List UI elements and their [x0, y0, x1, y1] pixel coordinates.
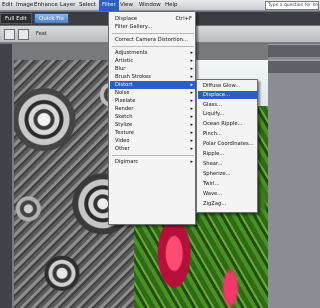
menu-item-texture[interactable]: Texture ▸ — [110, 129, 196, 137]
filter-menu: Displace Ctrl+F Filter Gallery... Correc… — [108, 11, 196, 225]
menu-item-ripple[interactable]: Ripple... — [198, 150, 258, 158]
shortcut-label: Ctrl+F — [175, 16, 192, 22]
menu-bar: Edit Image Enhance Layer Select Filter V… — [0, 0, 320, 11]
menu-item-digimarc[interactable]: Digimarc ▸ — [110, 158, 196, 166]
menu-item-label: Distort — [115, 82, 133, 88]
menu-image[interactable]: Image — [16, 2, 33, 8]
menu-item-twirl[interactable]: Twirl... — [198, 180, 258, 188]
submenu-arrow-icon: ▸ — [190, 66, 193, 72]
menu-help[interactable]: Help — [165, 2, 178, 8]
menu-item-glass[interactable]: Glass... — [198, 101, 258, 109]
tab-quick-fix[interactable]: Quick Fix — [34, 13, 69, 24]
feather-label: Feat — [36, 31, 47, 37]
menu-item-video[interactable]: Video ▸ — [110, 137, 196, 145]
submenu-arrow-icon: ▸ — [190, 130, 193, 136]
menu-item-label: Artistic — [115, 58, 134, 64]
menu-item-pixelate[interactable]: Pixelate ▸ — [110, 97, 196, 105]
menu-item-diffuse-glow[interactable]: Diffuse Glow... — [198, 82, 258, 90]
menu-item-label: Displace — [115, 16, 138, 22]
menu-edit[interactable]: Edit — [2, 2, 13, 8]
menu-item-shear[interactable]: Shear... — [198, 160, 258, 168]
menu-item-label: Pixelate — [115, 98, 136, 104]
distort-submenu: Diffuse Glow... Displace... Glass... Liq… — [196, 79, 258, 213]
menu-item-displace[interactable]: Displace... — [198, 91, 258, 99]
menu-item-sketch[interactable]: Sketch ▸ — [110, 113, 196, 121]
menu-separator — [112, 155, 194, 156]
menu-item-distort[interactable]: Distort ▸ — [110, 81, 196, 89]
menu-item-label: Video — [115, 138, 130, 144]
menu-item-correct-camera[interactable]: Correct Camera Distortion... — [110, 36, 196, 44]
menu-item-zigzag[interactable]: ZigZag... — [198, 200, 258, 208]
submenu-arrow-icon: ▸ — [190, 50, 193, 56]
menu-item-spherize[interactable]: Spherize... — [198, 170, 258, 178]
submenu-arrow-icon: ▸ — [190, 159, 193, 165]
submenu-arrow-icon: ▸ — [190, 146, 193, 152]
new-selection-icon[interactable] — [18, 29, 29, 40]
menu-view[interactable]: View — [120, 2, 133, 8]
submenu-arrow-icon: ▸ — [190, 114, 193, 120]
menu-item-label: Sketch — [115, 114, 133, 120]
menu-item-adjustments[interactable]: Adjustments ▸ — [110, 49, 196, 57]
menu-item-label: Blur — [115, 66, 126, 72]
menu-item-last-filter[interactable]: Displace Ctrl+F — [110, 15, 196, 23]
menu-item-filter-gallery[interactable]: Filter Gallery... — [110, 23, 196, 31]
submenu-arrow-icon: ▸ — [190, 138, 193, 144]
menu-item-render[interactable]: Render ▸ — [110, 105, 196, 113]
menu-item-liquify[interactable]: Liquify... — [198, 110, 258, 118]
menu-item-noise[interactable]: Noise ▸ — [110, 89, 196, 97]
toolbox — [0, 44, 12, 308]
menu-separator — [112, 46, 194, 47]
submenu-arrow-icon: ▸ — [190, 82, 193, 88]
menu-item-ocean-ripple[interactable]: Ocean Ripple... — [198, 120, 258, 128]
menu-item-label: Noise — [115, 90, 130, 96]
tab-full-edit[interactable]: Full Edit — [0, 13, 32, 24]
menu-item-label: Render — [115, 106, 134, 112]
panel-header[interactable] — [268, 44, 320, 57]
help-search-input[interactable]: Type a question for help — [265, 1, 319, 10]
menu-item-other[interactable]: Other ▸ — [110, 145, 196, 153]
menu-item-artistic[interactable]: Artistic ▸ — [110, 57, 196, 65]
panel-bin — [268, 44, 320, 308]
menu-item-label: Texture — [115, 130, 134, 136]
menu-layer[interactable]: Layer — [60, 2, 75, 8]
submenu-arrow-icon: ▸ — [190, 74, 193, 80]
menu-item-label: Stylize — [115, 122, 133, 128]
menu-select[interactable]: Select — [79, 2, 96, 8]
menu-item-label: Digimarc — [115, 159, 139, 165]
menu-item-blur[interactable]: Blur ▸ — [110, 65, 196, 73]
panel-header[interactable] — [268, 60, 320, 73]
marquee-tool-icon[interactable] — [4, 29, 15, 40]
menu-item-label: Brush Strokes — [115, 74, 151, 80]
submenu-arrow-icon: ▸ — [190, 58, 193, 64]
menu-item-wave[interactable]: Wave... — [198, 190, 258, 198]
submenu-arrow-icon: ▸ — [190, 90, 193, 96]
menu-enhance[interactable]: Enhance — [34, 2, 58, 8]
menu-item-pinch[interactable]: Pinch... — [198, 130, 258, 138]
menu-item-label: Adjustments — [115, 50, 148, 56]
menu-window[interactable]: Window — [139, 2, 161, 8]
menu-separator — [112, 33, 194, 34]
menu-filter[interactable]: Filter — [99, 0, 119, 11]
submenu-arrow-icon: ▸ — [190, 98, 193, 104]
menu-item-label: Other — [115, 146, 130, 152]
menu-item-polar-coordinates[interactable]: Polar Coordinates... — [198, 140, 258, 148]
submenu-arrow-icon: ▸ — [190, 106, 193, 112]
menu-item-brush-strokes[interactable]: Brush Strokes ▸ — [110, 73, 196, 81]
submenu-arrow-icon: ▸ — [190, 122, 193, 128]
menu-item-stylize[interactable]: Stylize ▸ — [110, 121, 196, 129]
